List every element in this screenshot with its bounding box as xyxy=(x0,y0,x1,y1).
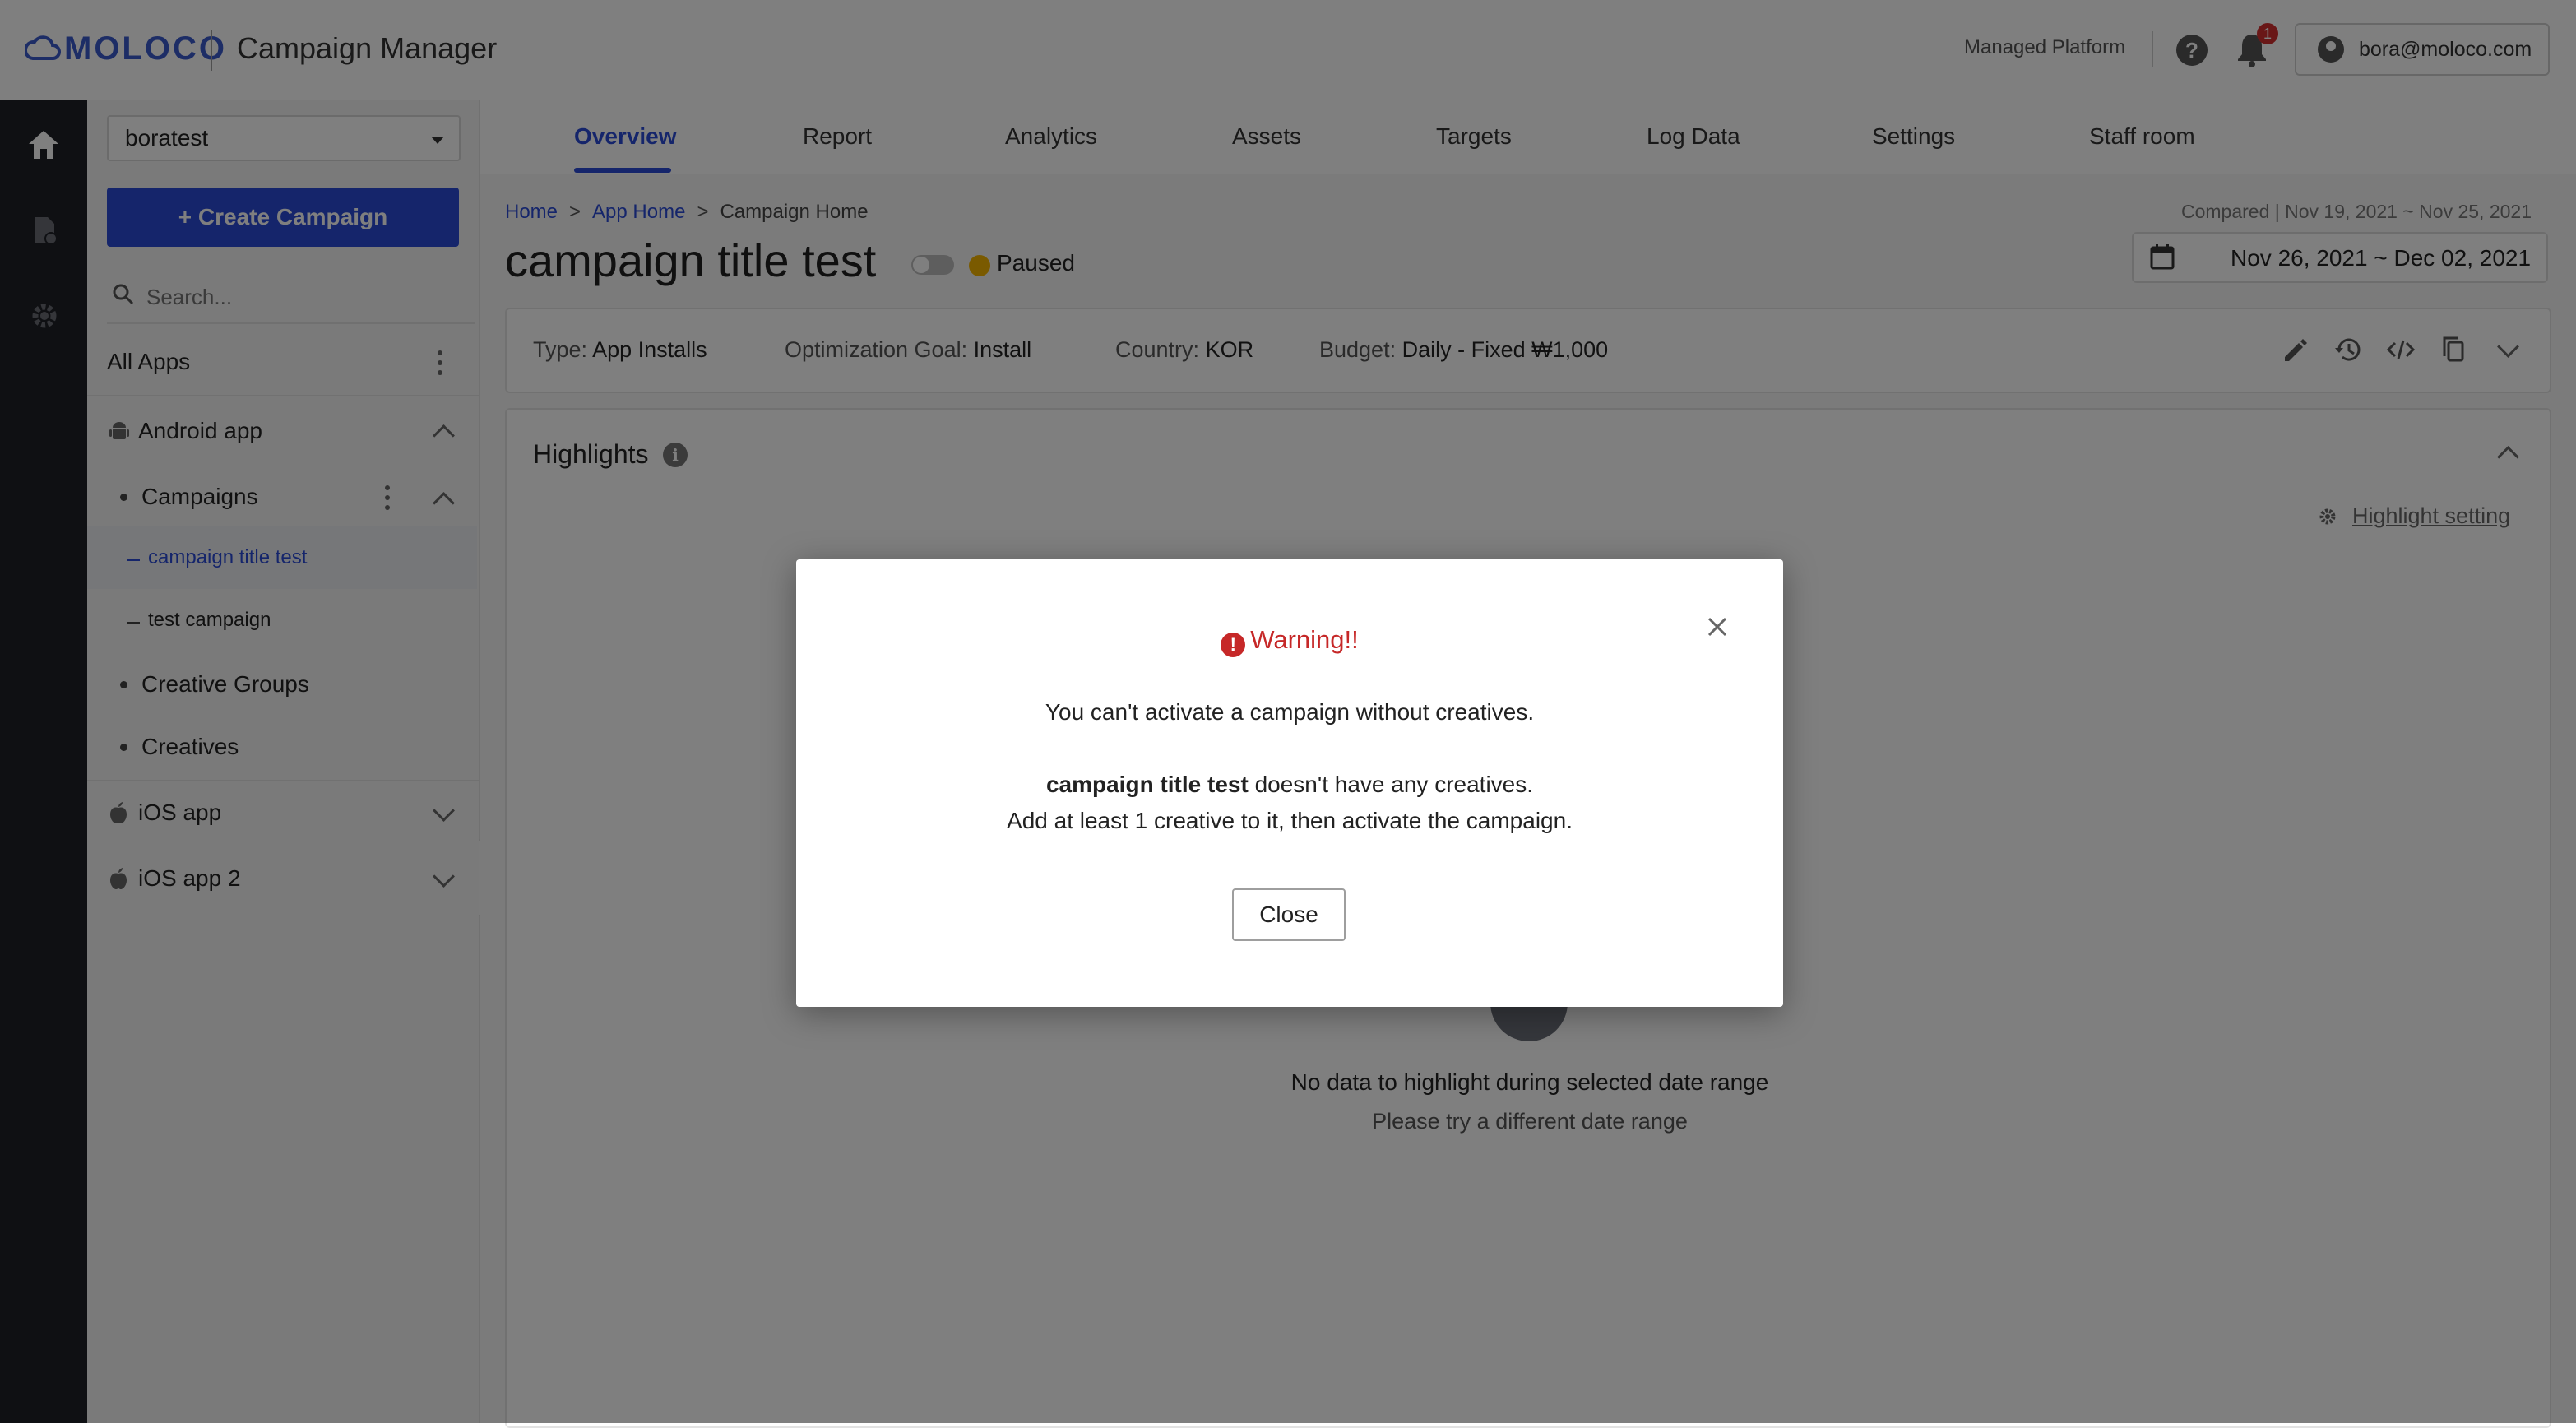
dialog-campaign-name: campaign title test xyxy=(1045,772,1249,797)
warning-icon: ! xyxy=(1221,633,1246,657)
dialog-message-2: campaign title test doesn't have any cre… xyxy=(796,772,1783,798)
close-button[interactable]: Close xyxy=(1232,888,1346,941)
dialog-message-2-rest: doesn't have any creatives. xyxy=(1248,772,1534,797)
dialog-message-3: Add at least 1 creative to it, then acti… xyxy=(1007,808,1573,833)
dialog-title: Warning!! xyxy=(1250,625,1359,654)
dialog-title-row: ! Warning!! xyxy=(796,625,1783,657)
dialog-message-1: You can't activate a campaign without cr… xyxy=(1045,699,1535,725)
